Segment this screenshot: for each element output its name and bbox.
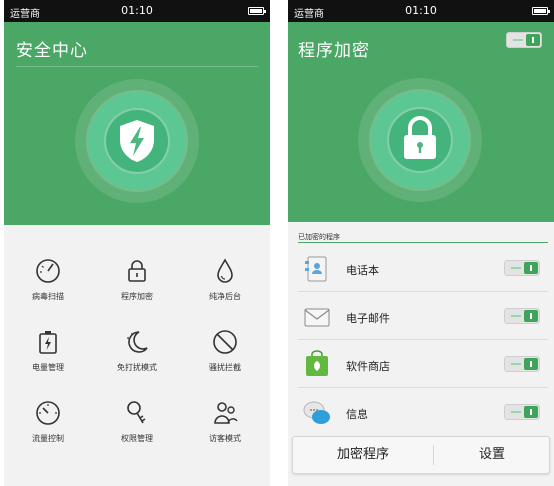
feature-grid: 病毒扫描 程序加密 纯净后台 电量管理 免打扰模式 骚扰拦截 流量控制 权限管理… <box>4 225 270 486</box>
battery-icon <box>532 7 550 15</box>
app-name: 电子邮件 <box>346 312 390 325</box>
key-icon <box>127 401 146 424</box>
app-lock-toggle[interactable] <box>504 260 540 276</box>
chat-bubbles-icon <box>303 401 330 424</box>
feature-label: 流量控制 <box>32 434 64 443</box>
shield-bolt-icon <box>120 120 154 162</box>
feature-label: 电量管理 <box>32 363 64 372</box>
visitor-people-icon <box>214 402 238 424</box>
app-name: 软件商店 <box>346 360 390 373</box>
feature-app-lock[interactable]: 程序加密 <box>93 257 181 327</box>
water-drop-icon <box>217 258 233 283</box>
feature-harassment-block[interactable]: 骚扰拦截 <box>181 328 269 398</box>
feature-virus-scan[interactable]: 病毒扫描 <box>4 257 92 327</box>
feature-label: 病毒扫描 <box>32 292 64 301</box>
feature-visitor-mode[interactable]: 访客模式 <box>181 399 269 469</box>
encrypt-apps-button[interactable]: 加密程序 <box>293 437 433 473</box>
app-name: 信息 <box>346 408 368 421</box>
status-bar: 运营商 01:10 <box>288 0 554 22</box>
section-divider <box>298 242 548 243</box>
app-row-messages[interactable]: 信息 <box>288 388 554 436</box>
virus-scan-gauge-icon <box>36 259 60 283</box>
feature-label: 程序加密 <box>121 292 153 301</box>
page-title: 程序加密 <box>298 41 370 61</box>
settings-button[interactable]: 设置 <box>433 437 551 473</box>
status-time: 01:10 <box>121 4 153 17</box>
app-row-contacts[interactable]: 电话本 <box>288 244 554 292</box>
security-center-screen: 运营商 01:10 安全中心 病毒扫描 程序加密 纯净后台 电量管理 免打扰模式… <box>4 0 270 486</box>
padlock-icon <box>404 116 436 159</box>
feature-label: 纯净后台 <box>209 292 241 301</box>
status-time: 01:10 <box>405 4 437 17</box>
speedometer-icon <box>36 401 60 425</box>
feature-power-management[interactable]: 电量管理 <box>4 328 92 398</box>
block-icon <box>213 330 237 354</box>
app-row-app-store[interactable]: 软件商店 <box>288 340 554 388</box>
envelope-icon <box>304 308 330 327</box>
feature-label: 骚扰拦截 <box>209 363 241 372</box>
feature-label: 访客模式 <box>209 434 241 443</box>
feature-label: 权限管理 <box>121 434 153 443</box>
app-row-email[interactable]: 电子邮件 <box>288 292 554 340</box>
battery-icon <box>248 7 266 15</box>
section-label: 已加密的程序 <box>298 233 340 241</box>
app-lock-header: 程序加密 <box>288 22 554 222</box>
app-name: 电话本 <box>346 264 379 277</box>
app-lock-toggle[interactable] <box>504 308 540 324</box>
header-divider <box>16 66 258 67</box>
battery-bolt-icon <box>39 331 57 354</box>
master-lock-toggle[interactable] <box>506 32 542 48</box>
feature-do-not-disturb[interactable]: 免打扰模式 <box>93 328 181 398</box>
feature-label: 免打扰模式 <box>117 363 157 372</box>
app-lock-toggle[interactable] <box>504 356 540 372</box>
bottom-action-bar: 加密程序 设置 <box>292 436 550 474</box>
moon-stars-icon <box>127 331 148 353</box>
security-header: 安全中心 <box>4 22 270 225</box>
app-store-bag-icon <box>306 350 328 376</box>
app-lock-toggle[interactable] <box>504 404 540 420</box>
app-lock-screen: 运营商 01:10 程序加密 已加密的程序 电话本 电子邮件 软件商店 信息 加… <box>288 0 554 486</box>
feature-data-control[interactable]: 流量控制 <box>4 399 92 469</box>
status-bar: 运营商 01:10 <box>4 0 270 22</box>
feature-permission-management[interactable]: 权限管理 <box>93 399 181 469</box>
contacts-book-icon <box>305 256 327 282</box>
padlock-icon <box>128 260 146 282</box>
feature-clean-background[interactable]: 纯净后台 <box>181 257 269 327</box>
page-title: 安全中心 <box>16 41 88 61</box>
